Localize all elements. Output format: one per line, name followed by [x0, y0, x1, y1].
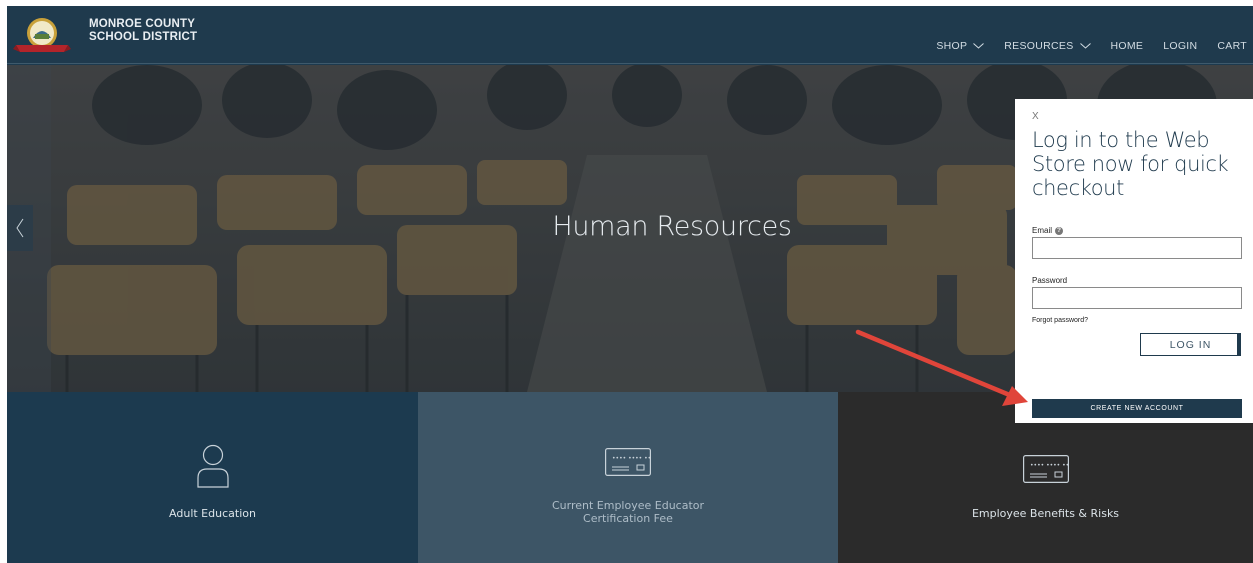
- main-nav: SHOP RESOURCES HOME LOGIN CART: [936, 40, 1253, 52]
- login-title: Log in to the Web Store now for quick ch…: [1032, 128, 1229, 200]
- page: MONROE COUNTY SCHOOL DISTRICT SHOP RESOU…: [7, 6, 1253, 563]
- nav-resources-label: RESOURCES: [1004, 40, 1074, 52]
- district-seal-logo[interactable]: [13, 12, 71, 58]
- forgot-password-link[interactable]: Forgot password?: [1032, 317, 1088, 324]
- brand-name[interactable]: MONROE COUNTY SCHOOL DISTRICT: [89, 18, 197, 44]
- tile-adult-education[interactable]: Adult Education: [7, 392, 418, 563]
- password-label: Password: [1032, 276, 1067, 285]
- nav-shop[interactable]: SHOP: [936, 40, 985, 52]
- nav-resources[interactable]: RESOURCES: [1004, 40, 1091, 52]
- svg-text:•••• •••• ••••: •••• •••• ••••: [1030, 462, 1069, 469]
- svg-text:•••• •••• ••••: •••• •••• ••••: [612, 455, 651, 462]
- credit-card-icon: •••• •••• ••••: [605, 448, 651, 476]
- annotation-arrow-icon: [855, 329, 1028, 406]
- email-label-text: Email: [1032, 226, 1053, 235]
- nav-home[interactable]: HOME: [1111, 40, 1144, 52]
- nav-cart[interactable]: CART: [1217, 40, 1247, 52]
- help-icon[interactable]: ?: [1055, 226, 1064, 235]
- tile-label: Employee Benefits & Risks: [971, 507, 1120, 520]
- close-button[interactable]: X: [1032, 111, 1039, 122]
- email-field[interactable]: [1032, 237, 1242, 259]
- create-account-button[interactable]: CREATE NEW ACCOUNT: [1032, 399, 1242, 418]
- carousel-prev-button[interactable]: [7, 205, 33, 251]
- tile-educator-certification-fee[interactable]: •••• •••• •••• Current Employee Educator…: [418, 392, 838, 563]
- nav-login[interactable]: LOGIN: [1163, 40, 1197, 52]
- brand-line-2: SCHOOL DISTRICT: [89, 31, 198, 43]
- chevron-down-icon: [1079, 43, 1091, 49]
- site-header: MONROE COUNTY SCHOOL DISTRICT SHOP RESOU…: [7, 6, 1253, 64]
- nav-home-label: HOME: [1110, 40, 1144, 52]
- nav-shop-label: SHOP: [936, 40, 968, 52]
- chevron-down-icon: [973, 43, 985, 49]
- chevron-left-icon: [16, 218, 24, 238]
- email-label: Email ?: [1032, 226, 1064, 235]
- login-button[interactable]: LOG IN: [1140, 333, 1241, 356]
- password-field[interactable]: [1032, 287, 1242, 309]
- nav-cart-label: CART: [1217, 40, 1247, 52]
- brand-line-1: MONROE COUNTY: [89, 18, 196, 30]
- credit-card-icon: •••• •••• ••••: [1022, 455, 1069, 483]
- tile-label: Adult Education: [169, 507, 256, 520]
- tile-label: Current Employee Educator Certification …: [418, 499, 838, 525]
- password-label-text: Password: [1032, 276, 1068, 285]
- person-icon: [196, 444, 229, 488]
- nav-login-label: LOGIN: [1163, 40, 1198, 52]
- login-panel: X Log in to the Web Store now for quick …: [1015, 99, 1253, 423]
- tile-label-text: Current Employee Educator Certification …: [551, 499, 705, 525]
